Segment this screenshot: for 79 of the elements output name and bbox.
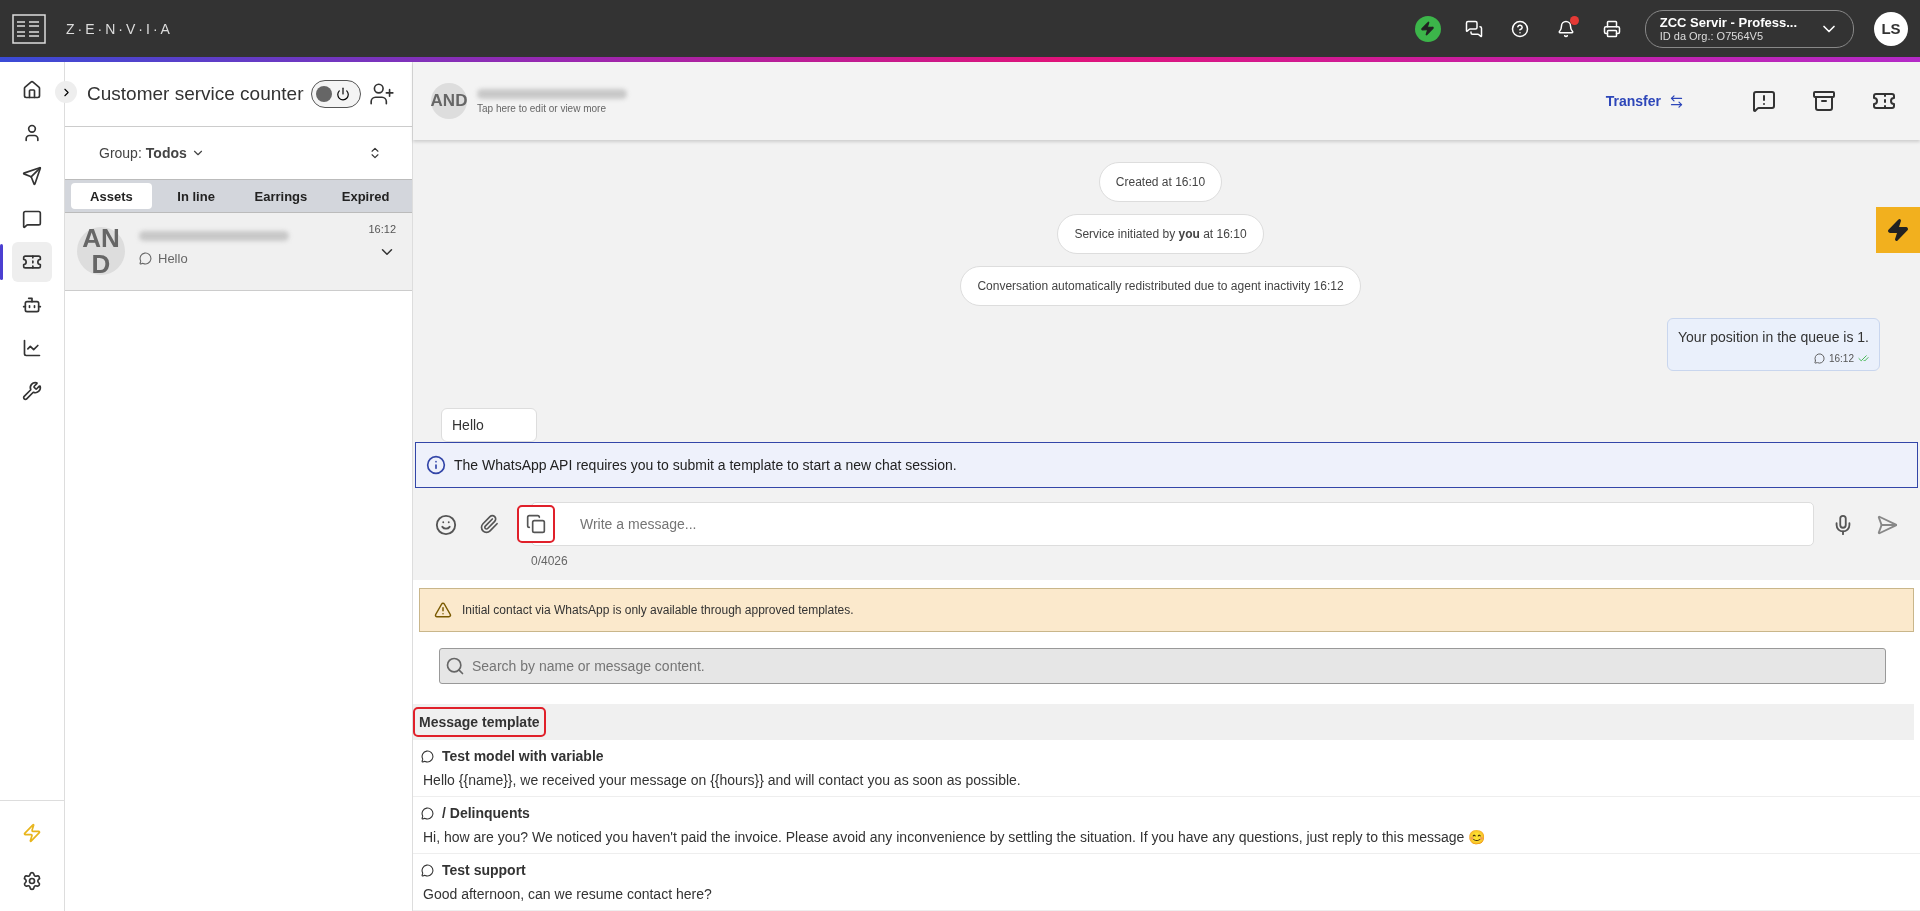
message-input[interactable]: Write a message... xyxy=(531,502,1814,546)
message-preview: Hello xyxy=(158,251,188,266)
section-heading: Message template xyxy=(413,707,546,737)
user-avatar[interactable]: LS xyxy=(1874,11,1908,46)
character-counter: 0/4026 xyxy=(531,554,569,568)
active-indicator xyxy=(0,244,3,280)
transfer-button[interactable]: Transfer xyxy=(1599,92,1690,110)
smile-icon xyxy=(435,514,457,536)
send-icon xyxy=(22,166,42,186)
archive-icon xyxy=(1812,89,1836,113)
whatsapp-icon xyxy=(421,863,434,877)
bell-icon xyxy=(1556,19,1575,38)
whatsapp-icon xyxy=(421,749,434,763)
chart-icon xyxy=(22,338,42,358)
lightning-icon xyxy=(1420,21,1436,36)
template-title: Test support xyxy=(442,862,526,878)
info-icon xyxy=(426,455,446,475)
system-message: Conversation automatically redistributed due to agent inactivity 16:12 xyxy=(960,266,1361,306)
panel-title: Customer service counter xyxy=(87,83,304,105)
help-icon xyxy=(1510,19,1529,38)
template-body: Hello {{name}}, we received your message on {{hours}} and will contact you as soon as possible. xyxy=(422,772,1022,788)
ticket-icon xyxy=(22,252,42,272)
whatsapp-icon xyxy=(421,806,434,820)
power-icon xyxy=(336,87,351,101)
warning-text: Initial contact via WhatsApp is only available through approved templates. xyxy=(462,603,854,617)
chats-icon xyxy=(1464,19,1483,38)
nav-button[interactable] xyxy=(12,242,52,282)
logo-text: Z·E·N·V·I·A xyxy=(66,20,173,37)
chat-icon xyxy=(22,209,42,229)
message-bubble: Hello xyxy=(441,408,537,442)
alert-message-icon xyxy=(1752,89,1776,113)
template-title: Test model with variable xyxy=(442,748,604,764)
add-user-icon[interactable] xyxy=(369,81,396,107)
copy-icon xyxy=(526,514,546,534)
tab[interactable]: Earrings xyxy=(240,183,322,209)
quick-action-button[interactable] xyxy=(1876,207,1920,253)
tab[interactable]: Assets xyxy=(71,183,152,209)
info-text: The WhatsApp API requires you to submit a template to start a new chat session. xyxy=(454,457,957,473)
conversation-item[interactable]: AND Hello 16:12 xyxy=(65,213,412,291)
message-text: Your position in the queue is 1. xyxy=(1678,329,1869,345)
expand-button[interactable] xyxy=(55,81,77,103)
availability-toggle[interactable] xyxy=(311,80,362,108)
message-time: 16:12 xyxy=(1828,353,1854,364)
tab[interactable]: Expired xyxy=(325,183,406,209)
template-body: Hi, how are you? We noticed you haven't paid the invoice. Please avoid any inconvenience by settling the situation. If you have any questions, just reply to this message 😊 xyxy=(422,829,1487,845)
search-icon xyxy=(445,656,465,676)
template-item[interactable]: Test support Good afternoon, can we resume contact here? xyxy=(413,854,1920,911)
template-search-field[interactable]: Search by name or message content. xyxy=(439,648,1886,684)
transfer-icon xyxy=(1669,93,1684,109)
warning-icon xyxy=(434,601,452,619)
lightning-icon xyxy=(22,823,42,843)
template-body: Good afternoon, can we resume contact here? xyxy=(422,886,713,902)
send-icon xyxy=(1876,514,1898,536)
system-message: Created at 16:10 xyxy=(1098,162,1223,202)
logo-icon xyxy=(12,13,46,44)
contact-avatar: AND xyxy=(77,227,125,275)
printer-icon xyxy=(1602,19,1621,38)
status-button[interactable] xyxy=(1414,15,1441,42)
double-check-icon xyxy=(1858,353,1869,364)
home-icon xyxy=(22,80,42,100)
tools-icon xyxy=(22,381,42,401)
contact-subtitle[interactable]: Tap here to edit or view more xyxy=(477,102,627,114)
paperclip-icon xyxy=(479,514,499,534)
group-filter[interactable]: Group: Todos xyxy=(93,144,211,162)
template-button[interactable] xyxy=(517,505,555,543)
lightning-icon xyxy=(1886,218,1910,242)
whatsapp-icon xyxy=(1813,353,1825,364)
contact-avatar[interactable]: AND xyxy=(431,83,467,119)
system-message: Service initiated by you at 16:10 xyxy=(1057,214,1264,254)
template-item[interactable]: Test model with variable Hello {{name}}, we received your message on {{hours}} and will contact you as soon as possible. xyxy=(413,740,1920,797)
template-title: / Delinquents xyxy=(442,805,530,821)
settings-icon xyxy=(22,871,42,891)
whatsapp-icon xyxy=(139,252,152,265)
robot-icon xyxy=(22,295,42,315)
organization-selector[interactable]: ZCC Servir - Profess... ID da Org.: O7564V5 xyxy=(1644,9,1854,48)
template-item[interactable]: / Delinquents Hi, how are you? We noticed you haven't paid the invoice. Please avoid any inconvenience by settling the situation. If you have any questions, just reply to this message 😊 xyxy=(413,797,1920,854)
tab[interactable]: In line xyxy=(155,183,237,209)
user-icon xyxy=(22,123,42,143)
conversation-time: 16:12 xyxy=(368,223,396,235)
